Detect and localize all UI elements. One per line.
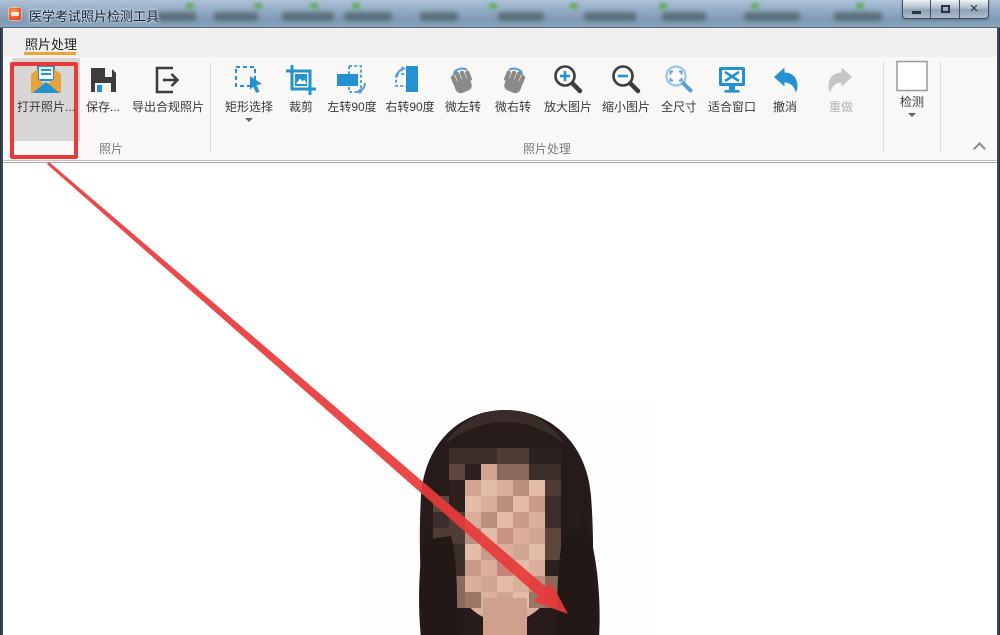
ribbon: 打开照片... 保存... xyxy=(3,57,997,161)
undo-button[interactable]: 撤消 xyxy=(761,58,809,141)
group-separator xyxy=(940,62,941,153)
window-title: 医学考试照片检测工具 xyxy=(29,6,159,25)
app-window: 医学考试照片检测工具 ✕ 照片处理 xyxy=(0,0,1000,635)
rotate-right-90-label: 右转90度 xyxy=(385,100,434,114)
rotate-left-90-label: 左转90度 xyxy=(327,100,376,114)
glass-blur-blob xyxy=(498,12,544,21)
glass-blur-dot xyxy=(352,3,360,9)
rect-select-icon xyxy=(232,63,266,97)
nudge-rotate-right-icon xyxy=(496,63,530,97)
ribbon-group-photo-processing: 矩形选择 裁剪 xyxy=(211,57,883,160)
nudge-left-button[interactable]: 微左转 xyxy=(439,58,487,141)
tab-photo-processing[interactable]: 照片处理 xyxy=(22,34,80,53)
detect-label: 检测 xyxy=(900,95,924,109)
minimize-icon xyxy=(912,11,921,14)
rotate-right-90-button[interactable]: 右转90度 xyxy=(381,58,439,141)
crop-button[interactable]: 裁剪 xyxy=(279,58,323,141)
photo-canvas[interactable] xyxy=(3,162,997,635)
rotate-left-90-button[interactable]: 左转90度 xyxy=(323,58,381,141)
redo-icon xyxy=(824,63,858,97)
rotate-left-90-icon xyxy=(335,63,369,97)
glass-blur-blob xyxy=(584,12,636,21)
full-size-button[interactable]: 全尺寸 xyxy=(655,58,703,141)
undo-icon xyxy=(768,63,802,97)
collapse-ribbon-chevron-up-icon[interactable] xyxy=(975,141,984,150)
crop-icon xyxy=(284,63,318,97)
portrait-photo xyxy=(361,400,649,635)
detect-button[interactable]: 检测 xyxy=(884,57,940,160)
group-label-photo-processing: 照片处理 xyxy=(211,141,883,160)
rect-select-label: 矩形选择 xyxy=(225,100,273,114)
close-icon: ✕ xyxy=(969,4,978,15)
zoom-in-label: 放大图片 xyxy=(544,100,592,114)
title-bar: 医学考试照片检测工具 ✕ xyxy=(0,0,1000,28)
app-icon xyxy=(8,7,22,21)
glass-blur-blob xyxy=(156,12,196,21)
export-label: 导出合规照片 xyxy=(132,100,204,114)
zoom-out-button[interactable]: 缩小图片 xyxy=(597,58,655,141)
window-frame-left xyxy=(0,28,3,635)
glass-blur-dot xyxy=(186,3,194,9)
close-button[interactable]: ✕ xyxy=(960,0,989,19)
undo-label: 撤消 xyxy=(773,100,797,114)
rect-select-button[interactable]: 矩形选择 xyxy=(219,58,279,141)
glass-blur-dot xyxy=(659,3,667,9)
redo-label: 重做 xyxy=(829,100,853,114)
glass-blur-blob xyxy=(420,12,458,21)
zoom-in-button[interactable]: 放大图片 xyxy=(539,58,597,141)
redo-button[interactable]: 重做 xyxy=(815,58,867,141)
save-label: 保存... xyxy=(86,100,120,114)
glass-blur-blob xyxy=(344,12,392,21)
ribbon-tab-row: 照片处理 xyxy=(3,28,997,57)
save-button[interactable]: 保存... xyxy=(80,58,126,141)
glass-blur-blob xyxy=(214,12,258,21)
fit-window-label: 适合窗口 xyxy=(708,100,756,114)
rotate-right-90-icon xyxy=(393,63,427,97)
glass-blur-dot xyxy=(489,3,497,9)
full-size-icon xyxy=(662,63,696,97)
maximize-button[interactable] xyxy=(931,0,960,19)
glass-blur-blob xyxy=(834,12,882,21)
glass-blur-blob xyxy=(744,12,800,21)
glass-blur-dot xyxy=(856,3,864,9)
nudge-right-label: 微右转 xyxy=(495,100,531,114)
glass-blur-dot xyxy=(570,3,578,9)
minimize-button[interactable] xyxy=(902,0,931,19)
chevron-down-icon[interactable] xyxy=(908,113,916,121)
detect-icon xyxy=(894,60,930,92)
active-tab-underline xyxy=(24,52,76,55)
nudge-rotate-left-icon xyxy=(446,63,480,97)
glass-blur-dot xyxy=(310,3,318,9)
fit-window-button[interactable]: 适合窗口 xyxy=(703,58,761,141)
nudge-left-label: 微左转 xyxy=(445,100,481,114)
zoom-in-icon xyxy=(551,63,585,97)
zoom-out-icon xyxy=(609,63,643,97)
glass-blur-dot xyxy=(254,3,262,9)
full-size-label: 全尺寸 xyxy=(661,100,697,114)
red-highlight-rectangle xyxy=(10,62,78,159)
window-controls: ✕ xyxy=(902,0,989,19)
chevron-down-icon[interactable] xyxy=(245,118,253,126)
save-icon xyxy=(86,63,120,97)
maximize-icon xyxy=(941,5,950,13)
fit-window-icon xyxy=(715,63,749,97)
glass-blur-dot xyxy=(751,3,759,9)
glass-blur-blob xyxy=(282,12,334,21)
glass-blur-blob xyxy=(662,12,706,21)
zoom-out-label: 缩小图片 xyxy=(602,100,650,114)
nudge-right-button[interactable]: 微右转 xyxy=(487,58,539,141)
export-icon xyxy=(151,63,185,97)
crop-label: 裁剪 xyxy=(289,100,313,114)
export-compliant-photo-button[interactable]: 导出合规照片 xyxy=(126,58,210,141)
